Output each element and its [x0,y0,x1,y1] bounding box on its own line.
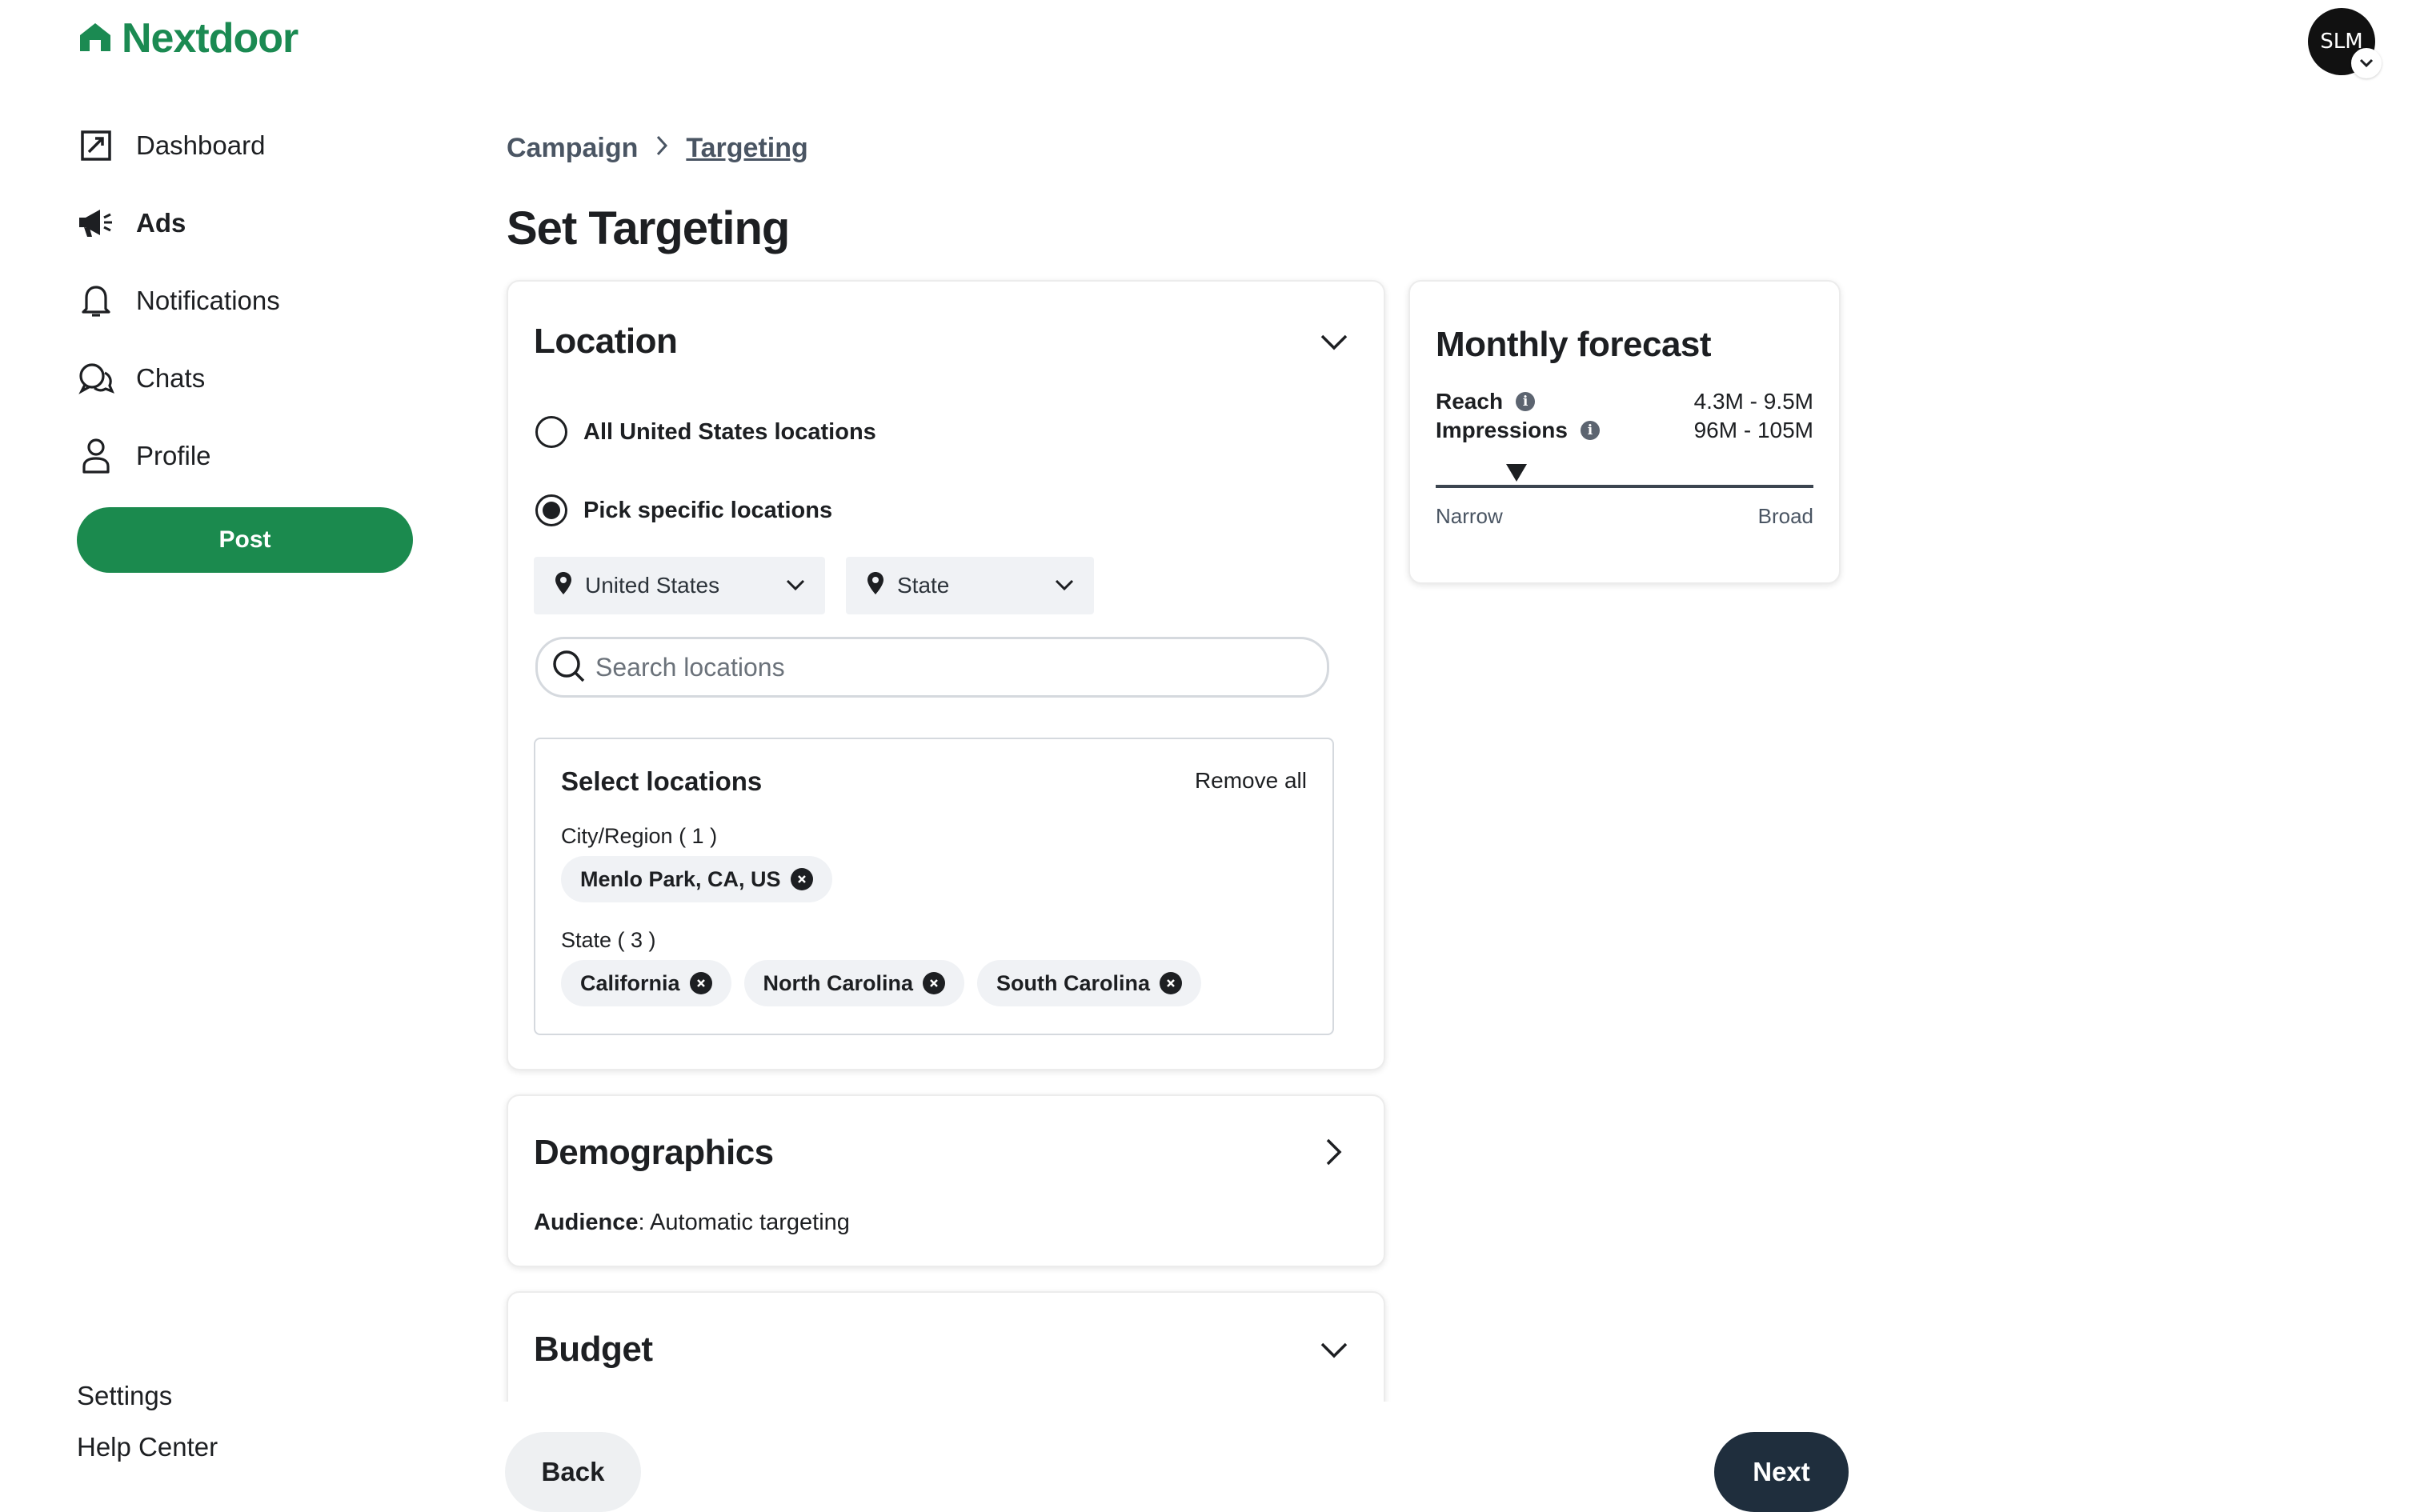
demographics-card[interactable]: Demographics Audience: Automatic targeti… [507,1094,1385,1267]
remove-all-button[interactable]: Remove all [1195,768,1307,794]
reach-label: Reach [1436,389,1504,414]
dashboard-icon [77,126,115,165]
sidebar-item-ads[interactable]: Ads [77,199,421,247]
remove-chip-icon[interactable] [1160,972,1183,994]
city-group-label: City/Region ( 1 ) [561,824,718,848]
chevron-right-icon [655,133,668,164]
sidebar-item-label: Ads [136,208,186,238]
location-chip: South Carolina [977,960,1202,1006]
selected-locations-title: Select locations [561,766,763,796]
sidebar-item-label: Notifications [136,286,280,315]
expand-demographics-button[interactable] [1312,1131,1356,1176]
dropdown-value: United States [585,573,720,598]
audience-size-scale [1436,485,1813,488]
budget-clip: Budget [496,1280,1400,1402]
help-center-link[interactable]: Help Center [77,1432,218,1462]
radio-label: Pick specific locations [583,497,833,523]
chip-label: California [580,970,680,995]
impressions-value: 96M - 105M [1693,418,1813,442]
post-button[interactable]: Post [77,507,413,573]
breadcrumb: Campaign Targeting [507,133,808,164]
demographics-title: Demographics [534,1133,774,1172]
next-button[interactable]: Next [1714,1432,1849,1512]
location-card: Location All United States locations Pic… [507,280,1385,1070]
sidebar-item-label: Profile [136,441,211,470]
account-menu[interactable]: SLM [2308,8,2382,78]
chip-label: North Carolina [763,970,914,995]
sidebar-footer: Settings Help Center [77,1381,218,1483]
audience-size-marker [1506,464,1527,482]
breadcrumb-campaign[interactable]: Campaign [507,133,638,164]
sidebar-item-dashboard[interactable]: Dashboard [77,122,421,170]
budget-card[interactable]: Budget [507,1291,1385,1402]
forecast-card: Monthly forecast Reach i 4.3M - 9.5M Imp… [1408,280,1841,584]
state-dropdown[interactable]: State [846,557,1094,614]
sidebar-item-profile[interactable]: Profile [77,432,421,480]
sidebar-item-label: Chats [136,363,206,393]
radio-button[interactable] [535,494,567,526]
selected-locations-panel: Select locations Remove all City/Region … [534,738,1334,1035]
location-search[interactable] [535,637,1329,698]
back-button[interactable]: Back [505,1432,641,1512]
radio-button[interactable] [535,416,567,448]
breadcrumb-targeting[interactable]: Targeting [686,133,807,164]
impressions-label: Impressions [1436,418,1568,442]
audience-summary: Audience: Automatic targeting [534,1210,850,1236]
state-chips: California North Carolina South Carolina [561,960,1202,1006]
remove-chip-icon[interactable] [790,868,813,890]
info-icon[interactable]: i [1580,421,1600,440]
broad-label: Broad [1757,504,1813,528]
settings-link[interactable]: Settings [77,1381,218,1411]
reach-row: Reach i 4.3M - 9.5M [1436,389,1813,414]
reach-value: 4.3M - 9.5M [1693,389,1813,414]
chat-bubbles-icon [77,359,115,398]
search-input[interactable] [595,652,1236,682]
collapse-location-button[interactable] [1312,322,1356,366]
sidebar-item-chats[interactable]: Chats [77,354,421,402]
map-pin-icon [555,571,572,601]
forecast-title: Monthly forecast [1436,325,1712,364]
radio-specific-locations[interactable]: Pick specific locations [535,494,832,526]
chip-label: Menlo Park, CA, US [580,866,781,891]
info-icon[interactable]: i [1516,392,1536,411]
location-chip: Menlo Park, CA, US [561,856,832,902]
house-logo-icon [77,21,114,57]
chevron-down-icon [785,574,806,601]
country-dropdown[interactable]: United States [534,557,825,614]
chevron-down-icon [1320,334,1348,355]
sidebar-item-label: Dashboard [136,130,266,160]
dropdown-value: State [897,573,950,598]
narrow-label: Narrow [1436,504,1503,528]
bell-icon [77,282,115,320]
sidebar-nav: Dashboard Ads Notifications Chats Profil… [77,122,421,510]
chip-label: South Carolina [996,970,1151,995]
audience-size-labels: Narrow Broad [1436,504,1813,529]
location-chip: California [561,960,731,1006]
location-chip: North Carolina [743,960,965,1006]
chevron-down-icon[interactable] [2351,48,2382,78]
chevron-right-icon [1325,1138,1343,1170]
map-pin-icon [867,571,884,601]
radio-label: All United States locations [583,418,876,445]
nextdoor-logo[interactable]: Nextdoor [77,14,298,62]
chevron-down-icon [1320,1342,1348,1363]
impressions-row: Impressions i 96M - 105M [1436,418,1813,443]
remove-chip-icon[interactable] [923,972,946,994]
location-title: Location [534,322,678,361]
sidebar-item-notifications[interactable]: Notifications [77,277,421,325]
remove-chip-icon[interactable] [689,972,712,994]
page-title: Set Targeting [507,202,790,254]
expand-budget-button[interactable] [1312,1330,1356,1374]
audience-label: Audience [534,1210,639,1235]
chevron-down-icon [1054,574,1075,601]
audience-value: : Automatic targeting [638,1210,850,1235]
megaphone-icon [77,204,115,242]
radio-all-us[interactable]: All United States locations [535,416,876,448]
person-icon [77,437,115,475]
budget-title: Budget [534,1330,653,1369]
city-chips: Menlo Park, CA, US [561,856,832,902]
search-icon [551,648,586,687]
state-group-label: State ( 3 ) [561,928,656,952]
app-name: Nextdoor [122,15,298,62]
